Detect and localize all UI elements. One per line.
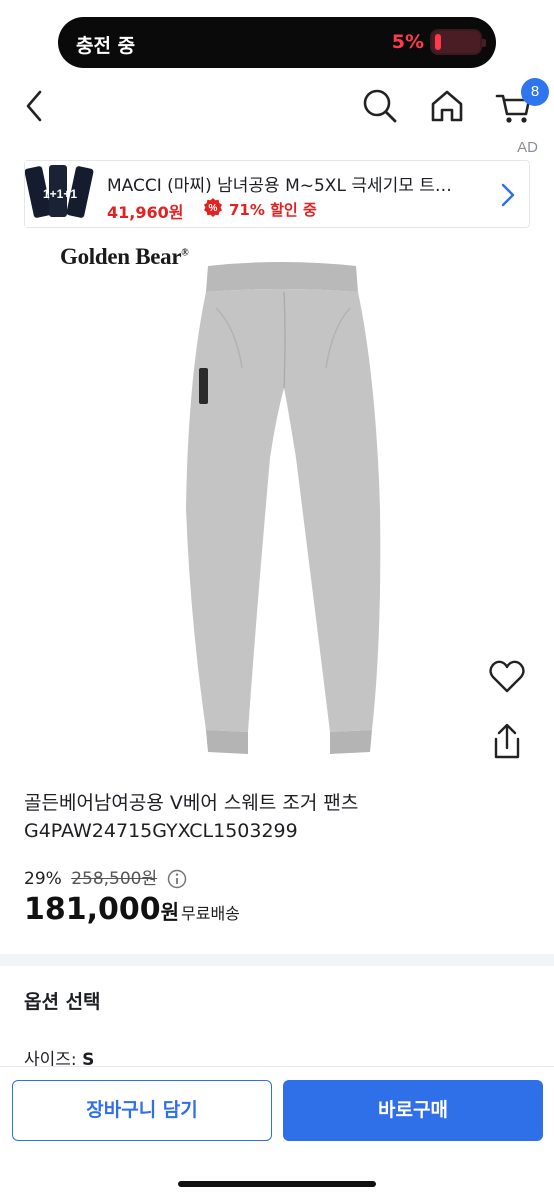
ad-banner[interactable]: 1+1+1 MACCI (마찌) 남녀공용 M~5XL 극세기모 트… 41,9… [24,160,530,228]
svg-text:%: % [209,203,218,214]
product-title-line1: 골든베어남여공용 V베어 스웨트 조거 팬츠 [24,792,359,814]
option-select-header[interactable]: 옵션 선택 [24,987,101,1014]
bottom-action-bar: 장바구니 담기 바로구매 [0,1066,554,1200]
search-icon [363,89,397,123]
home-icon [431,90,463,122]
ad-price: 41,960원 [107,203,184,222]
wishlist-button[interactable] [488,658,526,696]
battery-percent: 5% [391,31,424,53]
original-price: 258,500원 [71,869,158,889]
cart-count-badge: 8 [521,78,549,106]
back-button[interactable] [18,86,54,126]
section-divider [0,954,554,966]
search-button[interactable] [360,86,400,126]
sale-price: 181,000원 [24,892,180,927]
ad-thumb-text: 1+1+1 [43,187,77,201]
product-title: 골든베어남여공용 V베어 스웨트 조거 팬츠 G4PAW24715GYXCL15… [24,789,534,845]
chevron-right-icon [501,183,515,207]
add-to-cart-button[interactable]: 장바구니 담기 [12,1080,272,1141]
back-chevron-icon [26,90,42,122]
shipping-info: 무료배송 [181,904,240,923]
share-icon [494,723,520,759]
ad-label: AD [517,139,538,156]
battery-icon [430,29,486,55]
discount-badge-icon: % [204,198,222,217]
product-code: G4PAW24715GYXCL1503299 [24,820,298,842]
share-button[interactable] [490,722,524,762]
home-indicator[interactable] [178,1181,376,1187]
brand-logo: Golden Bear® [60,244,189,269]
ad-title: MACCI (마찌) 남녀공용 M~5XL 극세기모 트… [107,176,452,196]
buy-now-button[interactable]: 바로구매 [283,1080,543,1141]
ad-thumbnail: 1+1+1 [25,161,95,227]
charging-status: 충전 중 [76,35,136,57]
product-image[interactable] [176,258,386,758]
info-icon[interactable] [167,869,187,889]
discount-row: 29% 258,500원 [24,864,187,889]
status-bar: 충전 중 5% [58,17,496,68]
heart-icon [489,660,525,693]
home-button[interactable] [427,86,467,126]
ad-discount: 71% 할인 중 [229,201,317,219]
discount-rate: 29% [24,869,62,889]
